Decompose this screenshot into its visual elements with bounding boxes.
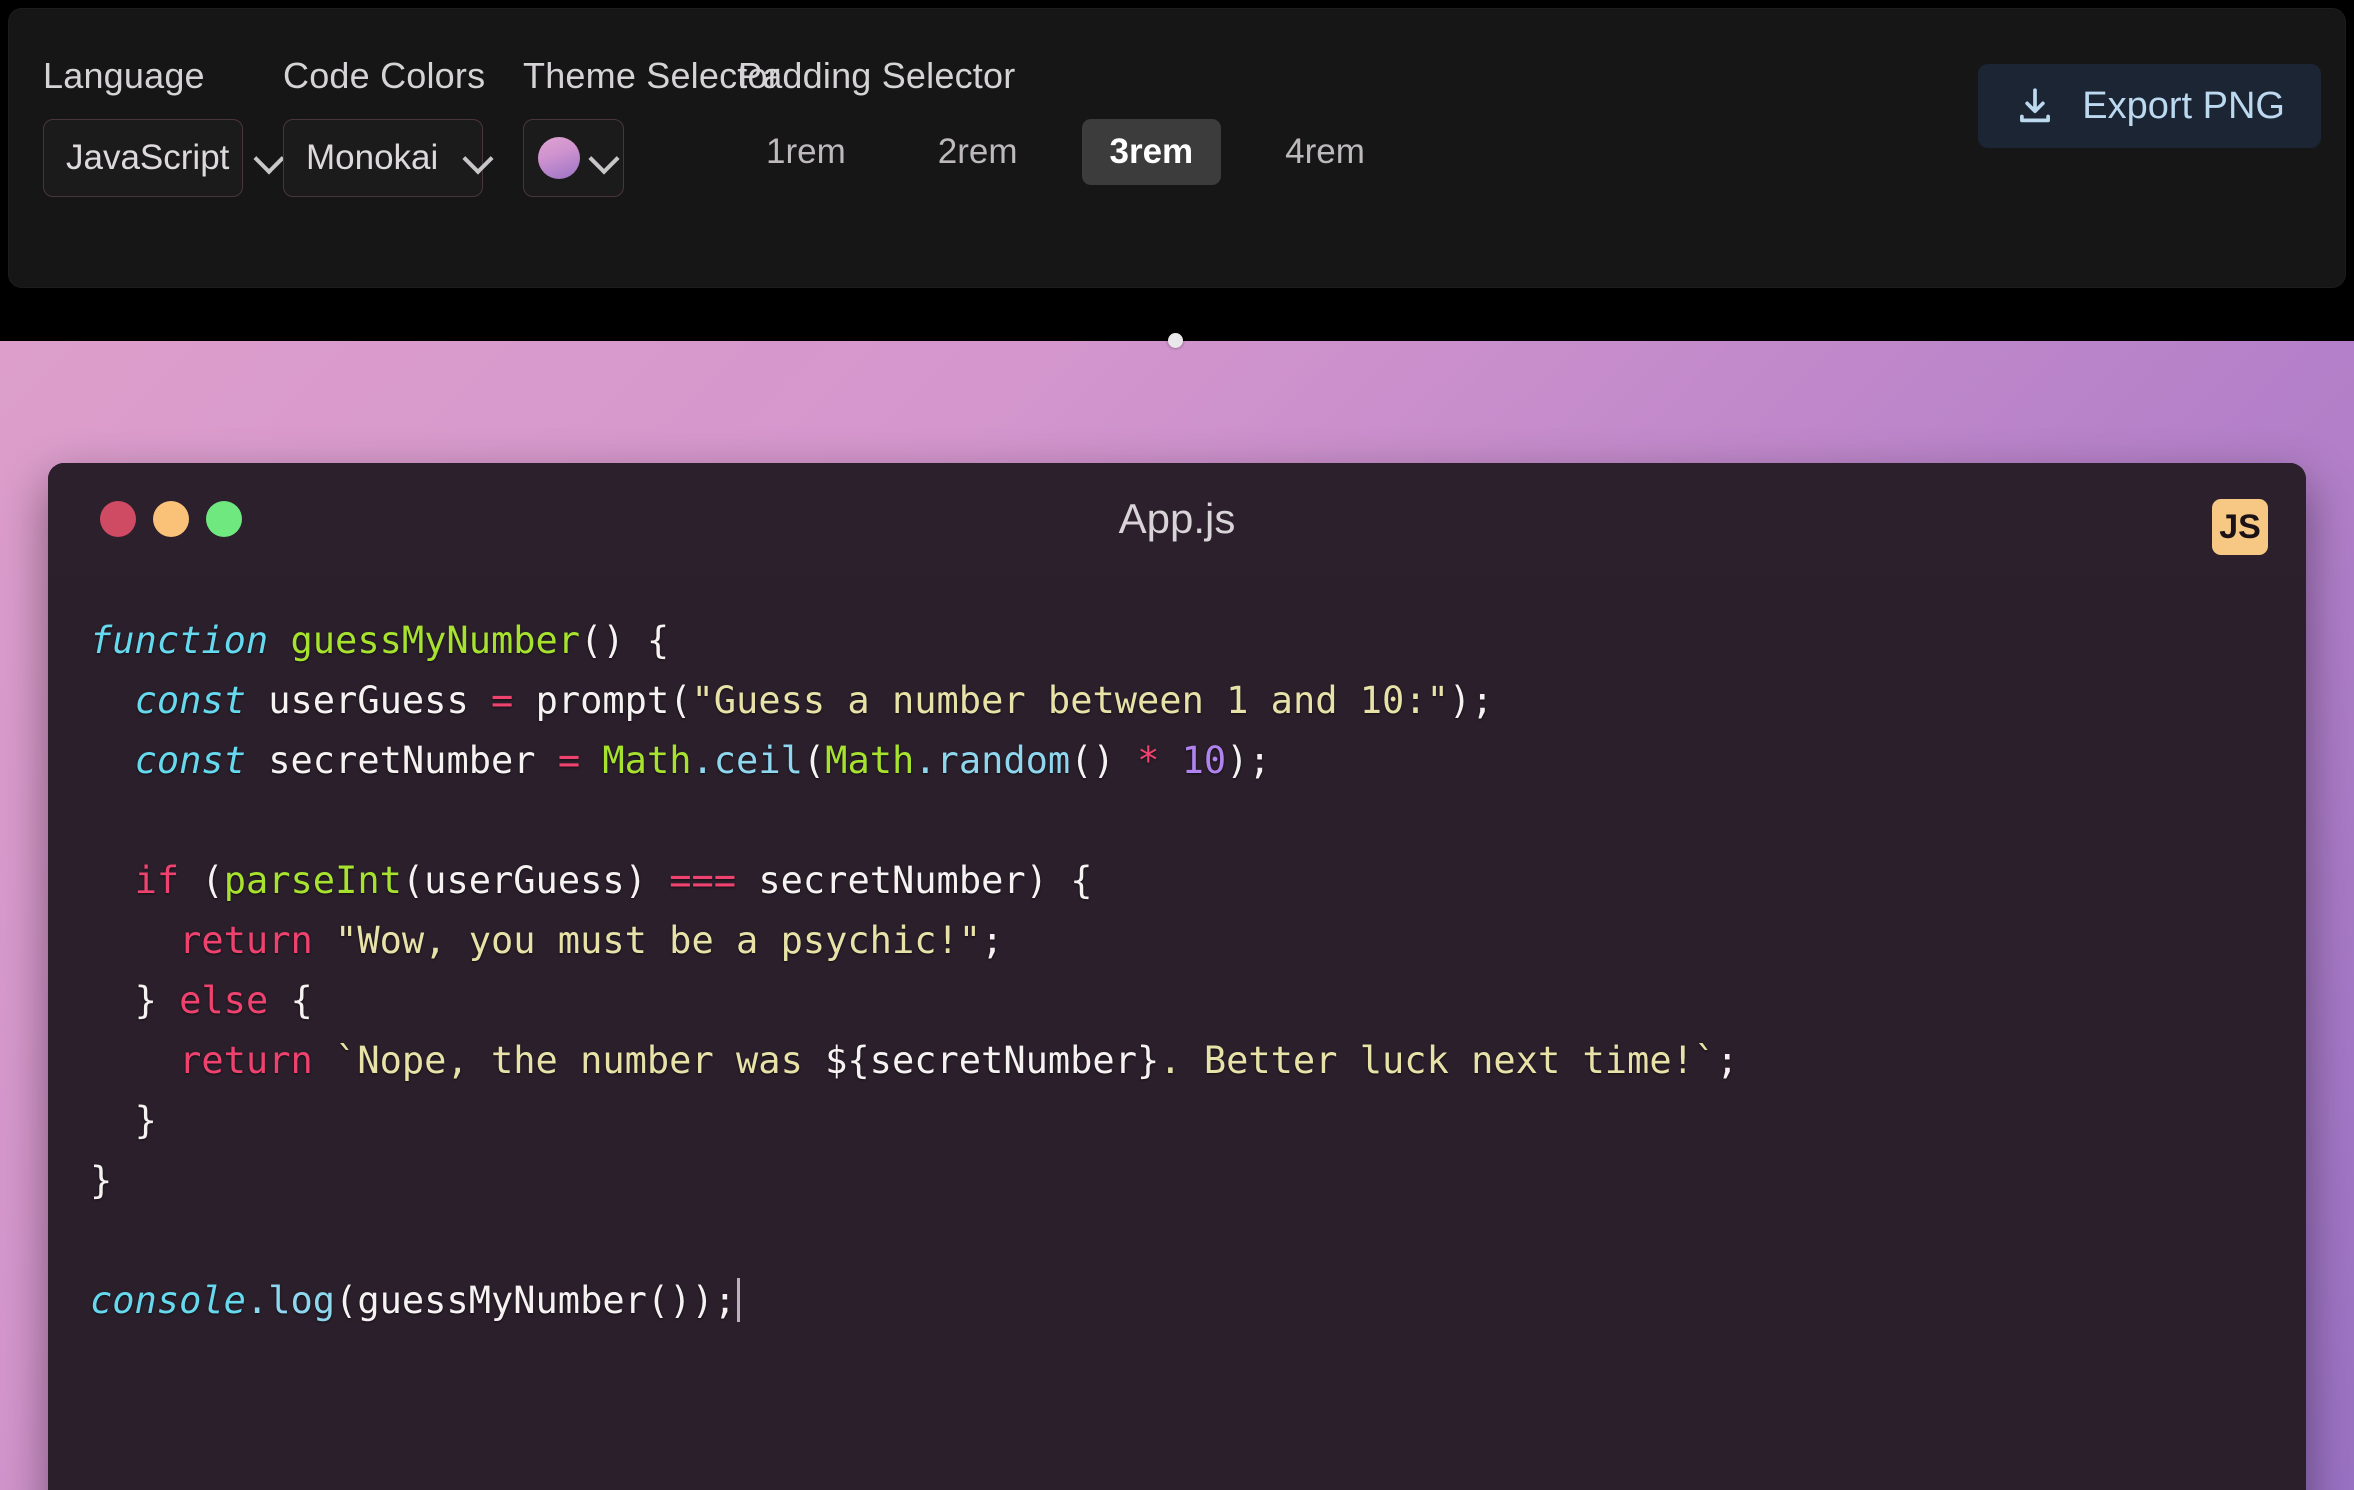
language-select-value: JavaScript [66,138,230,177]
padding-control-group: Padding Selector 1rem 2rem 3rem 4rem [738,55,1393,185]
preview-canvas: App.js JS function guessMyNumber() { con… [0,341,2354,1490]
code-colors-label: Code Colors [283,55,486,96]
padding-options: 1rem 2rem 3rem 4rem [738,119,1393,185]
chevron-down-icon [464,143,494,173]
code-editor-area[interactable]: function guessMyNumber() { const userGue… [48,575,2306,1490]
code-window-titlebar: App.js JS [48,463,2306,575]
code-colors-select[interactable]: Monokai [283,119,483,197]
theme-select[interactable] [523,119,624,197]
padding-selector-label: Padding Selector [738,55,1016,96]
resize-handle-dot-icon[interactable] [1168,333,1183,348]
language-badge: JS [2212,499,2268,555]
language-select[interactable]: JavaScript [43,119,243,197]
padding-option-1rem[interactable]: 1rem [738,119,874,185]
color-swatch-circle-icon [538,137,580,179]
code-content[interactable]: function guessMyNumber() { const userGue… [48,611,2306,1331]
maximize-dot-icon[interactable] [206,501,242,537]
chevron-down-icon [590,143,620,173]
code-colors-select-value: Monokai [306,138,439,177]
export-png-label: Export PNG [2082,84,2285,127]
code-window: App.js JS function guessMyNumber() { con… [48,463,2306,1490]
export-png-button[interactable]: Export PNG [1978,64,2321,148]
text-cursor [737,1278,741,1322]
chevron-down-icon [255,143,285,173]
code-window-title: App.js [1118,495,1236,542]
traffic-lights [100,501,242,537]
language-control-group: Language JavaScript [43,55,243,197]
padding-option-4rem[interactable]: 4rem [1257,119,1393,185]
minimize-dot-icon[interactable] [153,501,189,537]
app-root: Language JavaScript Code Colors Monokai … [0,0,2354,1490]
toolbar: Language JavaScript Code Colors Monokai … [8,8,2346,288]
code-colors-control-group: Code Colors Monokai [283,55,485,197]
padding-option-3rem[interactable]: 3rem [1081,119,1222,185]
padding-option-2rem[interactable]: 2rem [910,119,1046,185]
close-dot-icon[interactable] [100,501,136,537]
language-label: Language [43,55,205,96]
download-icon [2014,85,2056,127]
